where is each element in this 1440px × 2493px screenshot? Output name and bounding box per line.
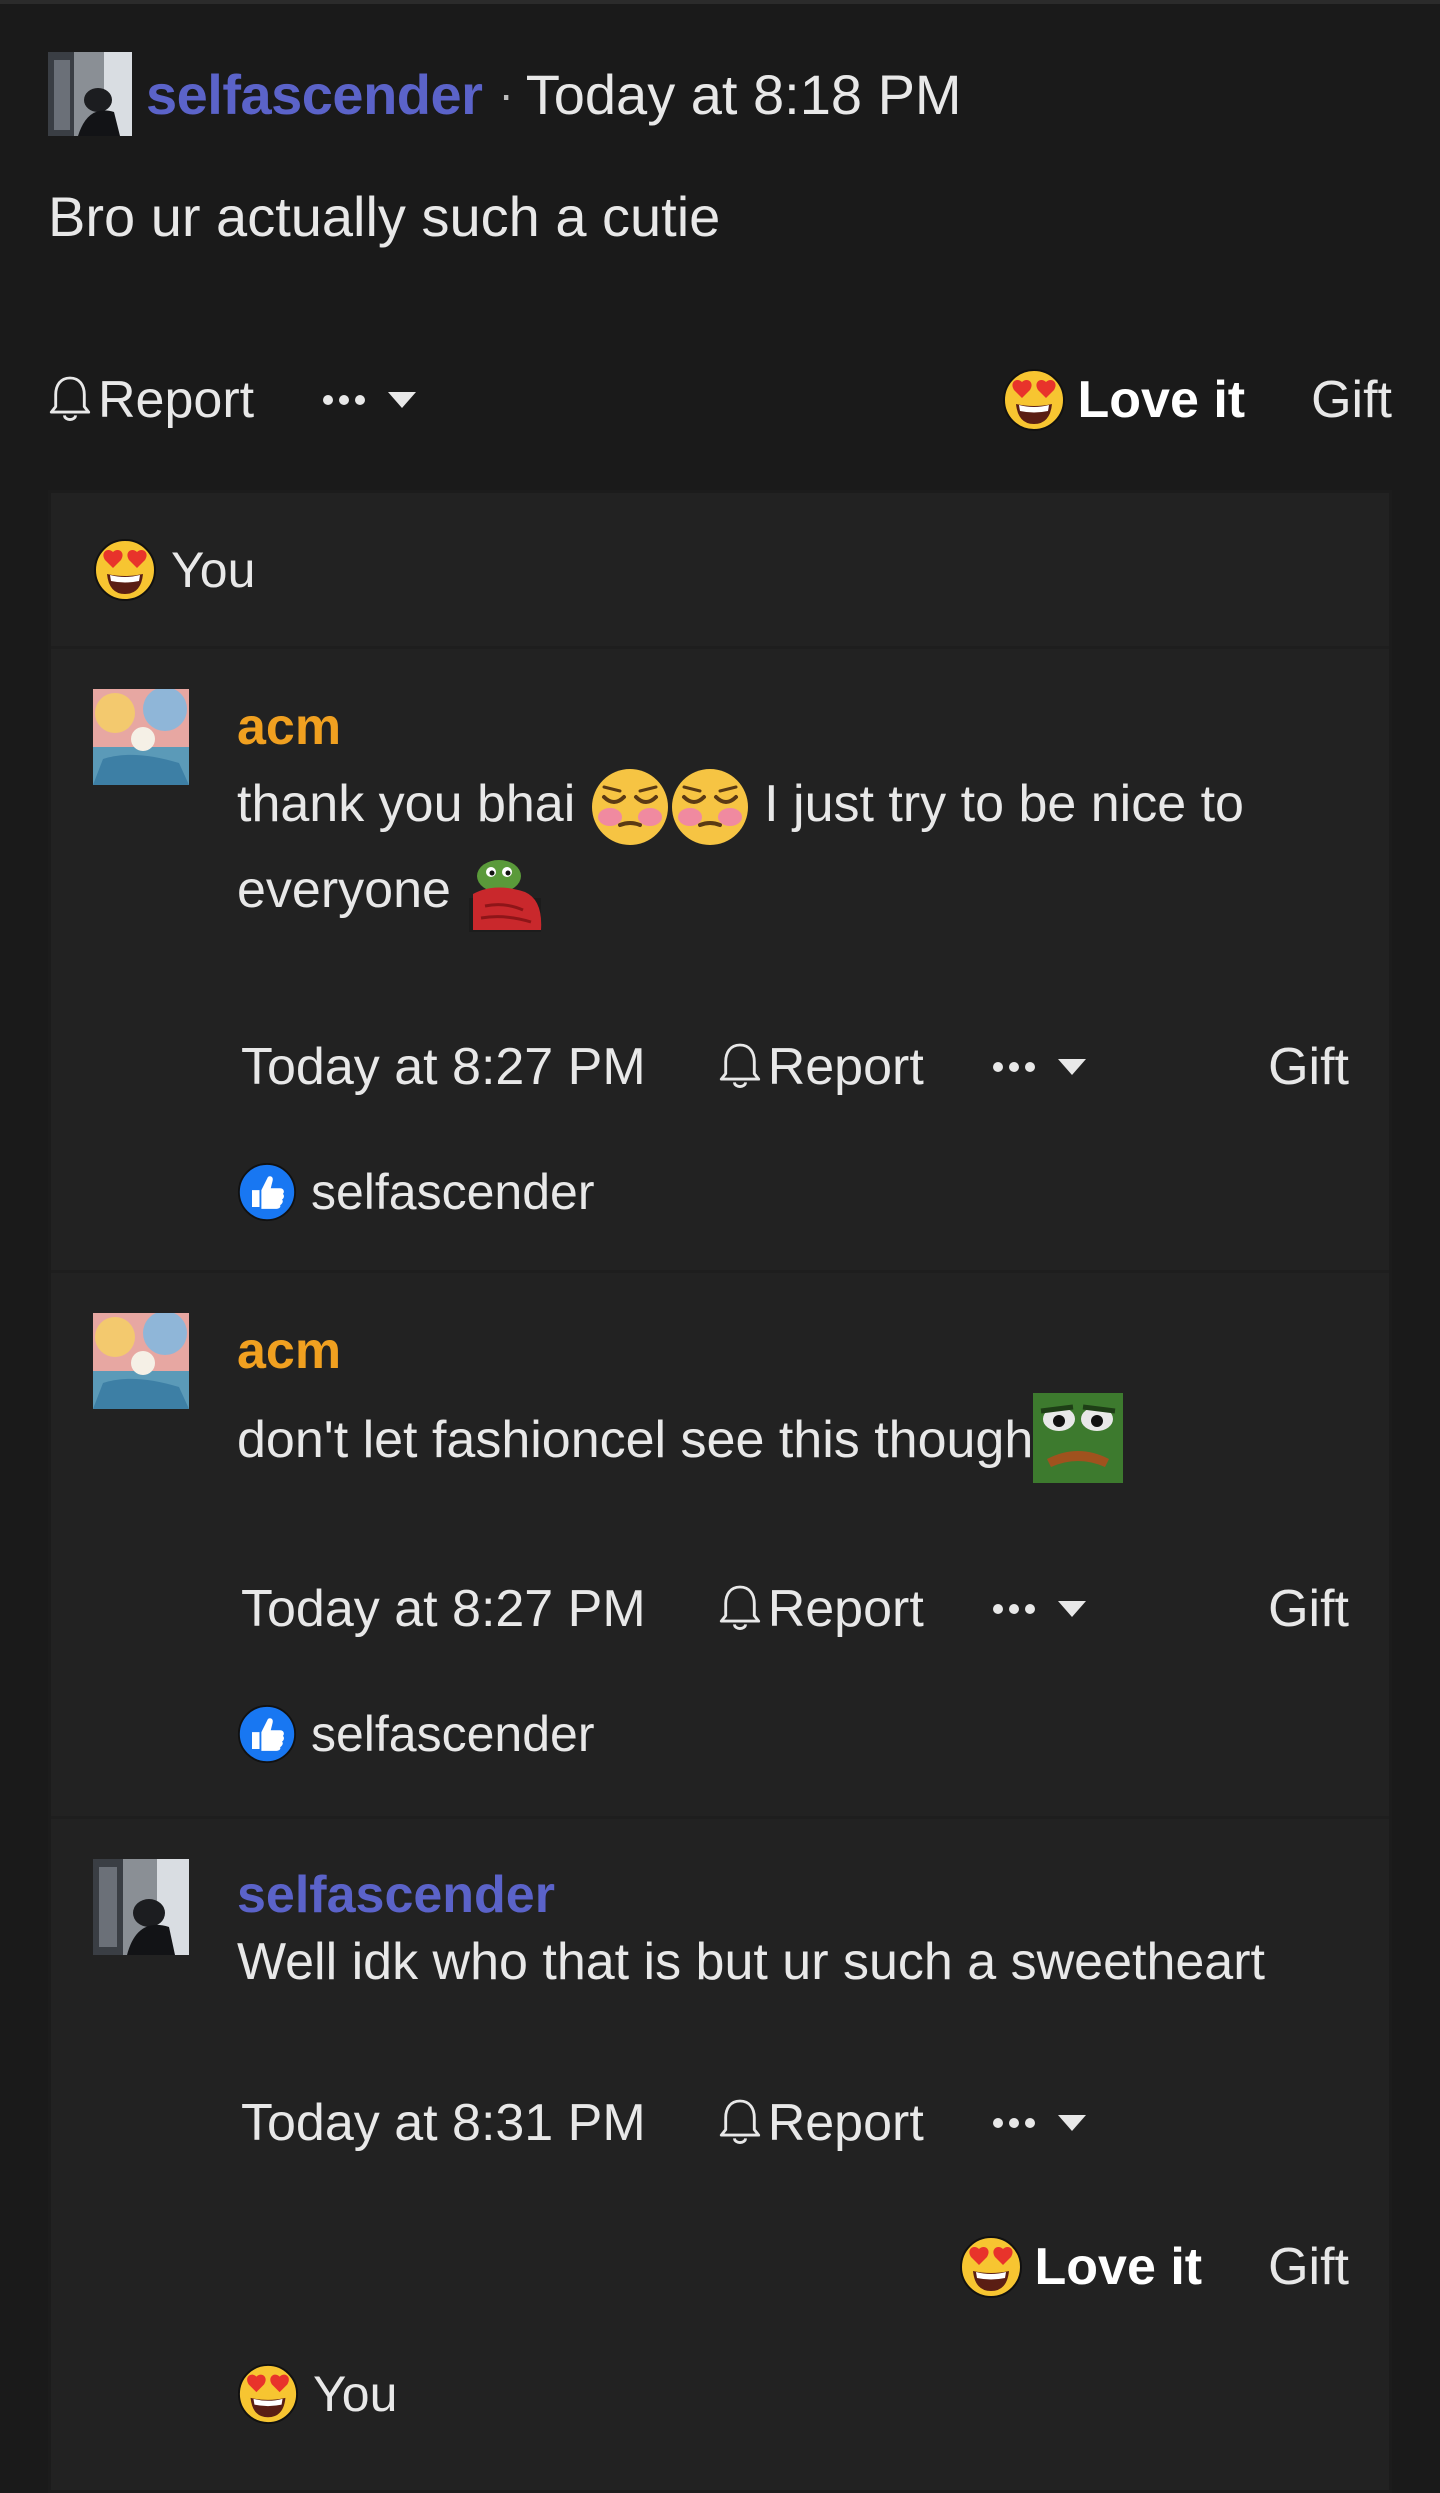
caret-down-icon: [1056, 1057, 1088, 1077]
bell-icon: [718, 2096, 762, 2150]
reply-text: Well idk who that is but ur such a sweet…: [237, 1933, 1265, 1991]
bell-icon: [718, 1040, 762, 1094]
caret-down-icon: [1056, 2113, 1088, 2133]
report-label: Report: [767, 1580, 924, 1638]
reply-text-part: everyone: [237, 861, 466, 920]
more-menu-button[interactable]: [320, 390, 418, 410]
report-button[interactable]: Report: [718, 1579, 924, 1639]
reply-text: thank you bhai I just try to be nice to …: [237, 761, 1244, 934]
post-header: selfascender · Today at 8:18 PM: [48, 52, 962, 136]
love-it-label: Love it: [1034, 2238, 1203, 2296]
reply-love-row: Love it Gift: [237, 2227, 1349, 2307]
gift-button[interactable]: Gift: [1311, 370, 1392, 430]
more-dots-icon: [320, 392, 368, 408]
heart-eyes-icon: [959, 2235, 1023, 2299]
header-separator: ·: [498, 68, 514, 120]
reply-item: acm don't let fashioncel see this though…: [51, 1273, 1389, 1819]
more-menu-button[interactable]: [990, 2113, 1088, 2133]
thumbs-up-icon: [237, 1162, 297, 1222]
blush-emoji-icon: [670, 767, 750, 847]
pepe-blanket-emoji-icon: [469, 859, 542, 932]
reply-text: don't let fashioncel see this though: [237, 1393, 1124, 1483]
love-it-button[interactable]: Love it: [1002, 368, 1246, 432]
reply-text-part: don't let fashioncel see this though: [237, 1411, 1034, 1469]
reply-item: selfascender Well idk who that is but ur…: [51, 1819, 1389, 2487]
reply-avatar[interactable]: [93, 1313, 189, 1409]
reply-reaction-summary[interactable]: You: [237, 2359, 397, 2429]
reply-username[interactable]: selfascender: [237, 1865, 1265, 1925]
caret-down-icon: [1056, 1599, 1088, 1619]
post-body: Bro ur actually such a cutie: [48, 185, 721, 248]
reaction-user: You: [171, 541, 256, 598]
more-menu-button[interactable]: [990, 1057, 1088, 1077]
report-button[interactable]: Report: [718, 2093, 924, 2153]
blush-emoji-icon: [590, 767, 670, 847]
heart-eyes-icon: [237, 2363, 299, 2425]
report-label: Report: [767, 1038, 924, 1096]
reply-timestamp[interactable]: Today at 8:27 PM: [241, 1579, 646, 1639]
heart-eyes-icon: [93, 538, 157, 602]
top-divider: [0, 0, 1440, 4]
caret-down-icon: [386, 390, 418, 410]
reply-text-part: I just try to be nice to: [749, 775, 1244, 833]
reaction-user: selfascender: [311, 1706, 595, 1762]
post-username[interactable]: selfascender: [146, 62, 483, 127]
reply-item: acm thank you bhai I just try to be nice…: [51, 649, 1389, 1273]
reply-avatar[interactable]: [93, 689, 189, 785]
pepe-frown-emoji-icon: [1033, 1393, 1124, 1483]
love-it-button[interactable]: Love it: [959, 2235, 1203, 2299]
reply-reaction-summary[interactable]: selfascender: [237, 1157, 595, 1227]
thumbs-up-icon: [237, 1704, 297, 1764]
post-action-bar: Report Love it Gift: [48, 360, 1392, 440]
reply-action-bar: Today at 8:31 PM Report: [241, 2083, 1349, 2163]
love-it-label: Love it: [1077, 371, 1246, 429]
user-avatar[interactable]: [48, 52, 132, 136]
report-label: Report: [98, 371, 255, 429]
reply-username[interactable]: acm: [237, 1321, 1123, 1381]
reply-text-part: thank you bhai: [237, 775, 590, 833]
report-label: Report: [767, 2094, 924, 2152]
reaction-user: selfascender: [311, 1164, 595, 1220]
more-menu-button[interactable]: [990, 1599, 1088, 1619]
more-dots-icon: [990, 1059, 1038, 1075]
replies-section: You acm thank you bhai I just try to be …: [48, 490, 1392, 2493]
bell-icon: [48, 373, 92, 427]
report-button[interactable]: Report: [718, 1037, 924, 1097]
heart-eyes-icon: [1002, 368, 1066, 432]
more-dots-icon: [990, 1601, 1038, 1617]
gift-button[interactable]: Gift: [1268, 1579, 1349, 1639]
reply-username[interactable]: acm: [237, 697, 1244, 757]
bell-icon: [718, 1582, 762, 1636]
reply-timestamp[interactable]: Today at 8:31 PM: [241, 2093, 646, 2153]
reply-avatar[interactable]: [93, 1859, 189, 1955]
more-dots-icon: [990, 2115, 1038, 2131]
post-reaction-summary[interactable]: You: [51, 493, 1389, 649]
gift-button[interactable]: Gift: [1268, 1037, 1349, 1097]
reply-action-bar: Today at 8:27 PM Report Gift: [241, 1569, 1349, 1649]
reply-action-bar: Today at 8:27 PM Report Gift: [241, 1027, 1349, 1107]
post-timestamp[interactable]: Today at 8:18 PM: [526, 62, 962, 127]
reply-reaction-summary[interactable]: selfascender: [237, 1699, 595, 1769]
report-button[interactable]: Report: [48, 370, 254, 430]
reaction-user: You: [313, 2366, 398, 2422]
reply-timestamp[interactable]: Today at 8:27 PM: [241, 1037, 646, 1097]
gift-button[interactable]: Gift: [1268, 2237, 1349, 2297]
